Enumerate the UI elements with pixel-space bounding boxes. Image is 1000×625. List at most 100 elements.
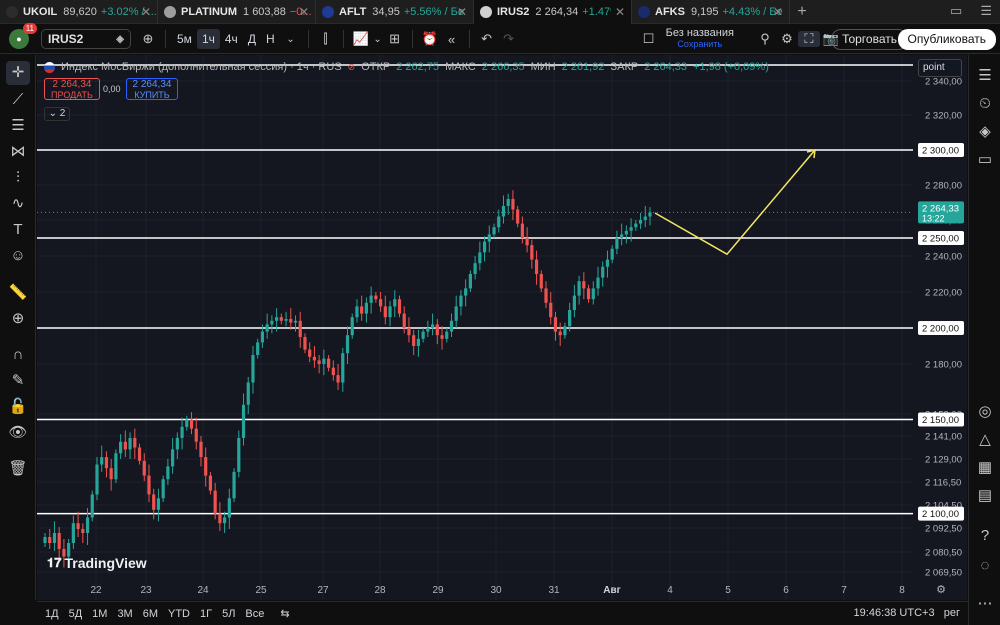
- range-button[interactable]: 5Д: [69, 608, 83, 620]
- date-range-icon[interactable]: ⇆: [280, 607, 289, 620]
- range-button[interactable]: 1Г: [200, 608, 212, 620]
- interval-button[interactable]: 4ч: [220, 29, 243, 49]
- settings-gear-icon[interactable]: ⚙: [776, 31, 798, 47]
- lock-icon[interactable]: 🔓: [6, 395, 30, 419]
- candle-body: [256, 342, 260, 355]
- tradingview-logo[interactable]: 𝟏𝟕 TradingView: [47, 555, 147, 571]
- tab-price: 34,95: [372, 5, 400, 18]
- chat-icon[interactable]: ▭: [974, 149, 996, 171]
- point-label-box[interactable]: point: [918, 59, 962, 77]
- target-icon[interactable]: ◎: [974, 401, 996, 423]
- menu-icon[interactable]: ☰: [980, 3, 992, 19]
- watchlist-icon[interactable]: ☰: [974, 65, 996, 87]
- chevron-down-icon: ⌄: [48, 108, 58, 119]
- candle-body: [511, 199, 515, 210]
- trash-icon[interactable]: 🗑: [6, 457, 30, 481]
- price-chart[interactable]: 2 069,502 080,502 092,502 104,502 116,50…: [37, 55, 967, 600]
- magnet-icon[interactable]: ∩: [6, 343, 30, 367]
- interval-button[interactable]: 1ч: [196, 29, 220, 49]
- indicators-icon[interactable]: 📈: [350, 31, 372, 47]
- zoom-in-icon[interactable]: ⊕: [6, 307, 30, 331]
- templates-icon[interactable]: ⊞: [384, 31, 406, 47]
- legend-open-key: ОТКР: [361, 61, 391, 73]
- candle-body: [482, 241, 487, 253]
- close-icon[interactable]: ✕: [453, 5, 467, 19]
- quick-search-icon[interactable]: ⚲: [754, 31, 776, 47]
- alert-icon[interactable]: ⏰: [419, 31, 441, 47]
- sell-button[interactable]: 2 264,34 ПРОДАТЬ: [44, 78, 100, 100]
- crosshair-icon[interactable]: ✛: [6, 61, 30, 85]
- text-icon[interactable]: T: [6, 218, 30, 242]
- layers-icon[interactable]: ◈: [974, 121, 996, 143]
- add-tab-button[interactable]: +: [790, 3, 814, 21]
- candles-icon[interactable]: ⫿: [315, 31, 337, 47]
- undo-icon[interactable]: ↶: [476, 31, 498, 47]
- brush-icon[interactable]: ∿: [6, 192, 30, 216]
- range-button[interactable]: 5Л: [222, 608, 235, 620]
- clock-time[interactable]: 19:46:38 UTC+3: [854, 607, 935, 619]
- calendar-icon[interactable]: ▦: [974, 457, 996, 479]
- interval-button[interactable]: 5м: [172, 29, 197, 49]
- layout-save-link[interactable]: Сохранить: [666, 39, 734, 50]
- news-icon[interactable]: ▤: [974, 485, 996, 507]
- candle-body: [487, 234, 491, 242]
- forecast-icon[interactable]: ⫶: [6, 166, 30, 190]
- range-button[interactable]: Все: [245, 608, 264, 620]
- close-icon[interactable]: ✕: [137, 5, 151, 19]
- avatar[interactable]: ● 11: [9, 23, 37, 49]
- notifications-icon[interactable]: ◌: [974, 555, 996, 577]
- chevron-down-icon[interactable]: ⌄: [372, 34, 384, 45]
- pattern-icon[interactable]: ⋈: [6, 140, 30, 164]
- symbol-search[interactable]: IRUS2 ◈: [41, 29, 131, 49]
- help-icon[interactable]: ?: [974, 525, 996, 547]
- tab-platinum[interactable]: PLATINUM 1 603,88 −0... ✕: [158, 0, 316, 24]
- range-button[interactable]: YTD: [168, 608, 190, 620]
- candle-body: [142, 460, 146, 476]
- session-mode[interactable]: рег: [944, 607, 960, 619]
- tab-ukoil[interactable]: UKOIL 89,620 +3.02% / ... ✕: [0, 0, 158, 24]
- tab-afks[interactable]: AFKS 9,195 +4.43% / Бе ✕: [632, 0, 790, 24]
- window-controls: ▭ ☰: [950, 3, 992, 19]
- time-tick-label: 31: [548, 585, 560, 596]
- buy-button[interactable]: 2 264,34 КУПИТЬ: [126, 78, 178, 100]
- candle-body: [204, 457, 208, 476]
- lock-draw-icon[interactable]: ✎: [6, 369, 30, 393]
- emoji-icon[interactable]: ☺: [6, 244, 30, 268]
- alerts-clock-icon[interactable]: ⏲: [974, 93, 996, 115]
- checkbox-icon[interactable]: ☐: [638, 31, 660, 47]
- chevron-down-icon[interactable]: ⌄: [280, 34, 302, 45]
- publish-button[interactable]: Опубликовать: [897, 29, 996, 50]
- axis-settings-gear-icon[interactable]: ⚙: [936, 583, 946, 596]
- fib-icon[interactable]: ☰: [6, 114, 30, 138]
- interval-button[interactable]: Д: [243, 29, 261, 49]
- price-tick-label: 2 340,00: [925, 77, 962, 88]
- range-button[interactable]: 3М: [117, 608, 132, 620]
- candle-body: [104, 457, 109, 469]
- ideas-icon[interactable]: △: [974, 429, 996, 451]
- tab-aflt[interactable]: AFLT 34,95 +5.56% / Бе ✕: [316, 0, 474, 24]
- candle-body: [388, 306, 392, 318]
- close-icon[interactable]: ✕: [295, 5, 309, 19]
- more-icon[interactable]: ⋯: [974, 593, 996, 615]
- ruler-icon[interactable]: 📏: [6, 281, 30, 305]
- tab-irus2[interactable]: IRUS2 2 264,34 +1.47% ✕: [474, 0, 632, 24]
- eye-icon[interactable]: 👁: [6, 421, 30, 445]
- fullscreen-icon[interactable]: ⛶: [797, 31, 820, 47]
- redo-icon[interactable]: ↷: [498, 31, 520, 47]
- replay-icon[interactable]: «: [441, 32, 463, 47]
- price-axis[interactable]: 2 069,502 080,502 092,502 104,502 116,50…: [913, 55, 967, 600]
- compare-add-icon[interactable]: ⊕: [137, 31, 159, 47]
- interval-button[interactable]: Н: [261, 29, 280, 49]
- candle-body: [171, 449, 175, 467]
- trade-button[interactable]: Торговать: [831, 29, 908, 50]
- range-button[interactable]: 6М: [143, 608, 158, 620]
- candle-body: [119, 441, 123, 454]
- layout-name[interactable]: Без названия Сохранить: [666, 28, 734, 50]
- trend-line-icon[interactable]: ⟋: [6, 88, 30, 112]
- range-button[interactable]: 1М: [92, 608, 107, 620]
- layout-icon[interactable]: ▭: [950, 3, 962, 19]
- close-icon[interactable]: ✕: [769, 5, 783, 19]
- indicators-toggle[interactable]: ⌄ 2: [44, 107, 70, 121]
- close-icon[interactable]: ✕: [610, 4, 625, 19]
- range-button[interactable]: 1Д: [45, 608, 59, 620]
